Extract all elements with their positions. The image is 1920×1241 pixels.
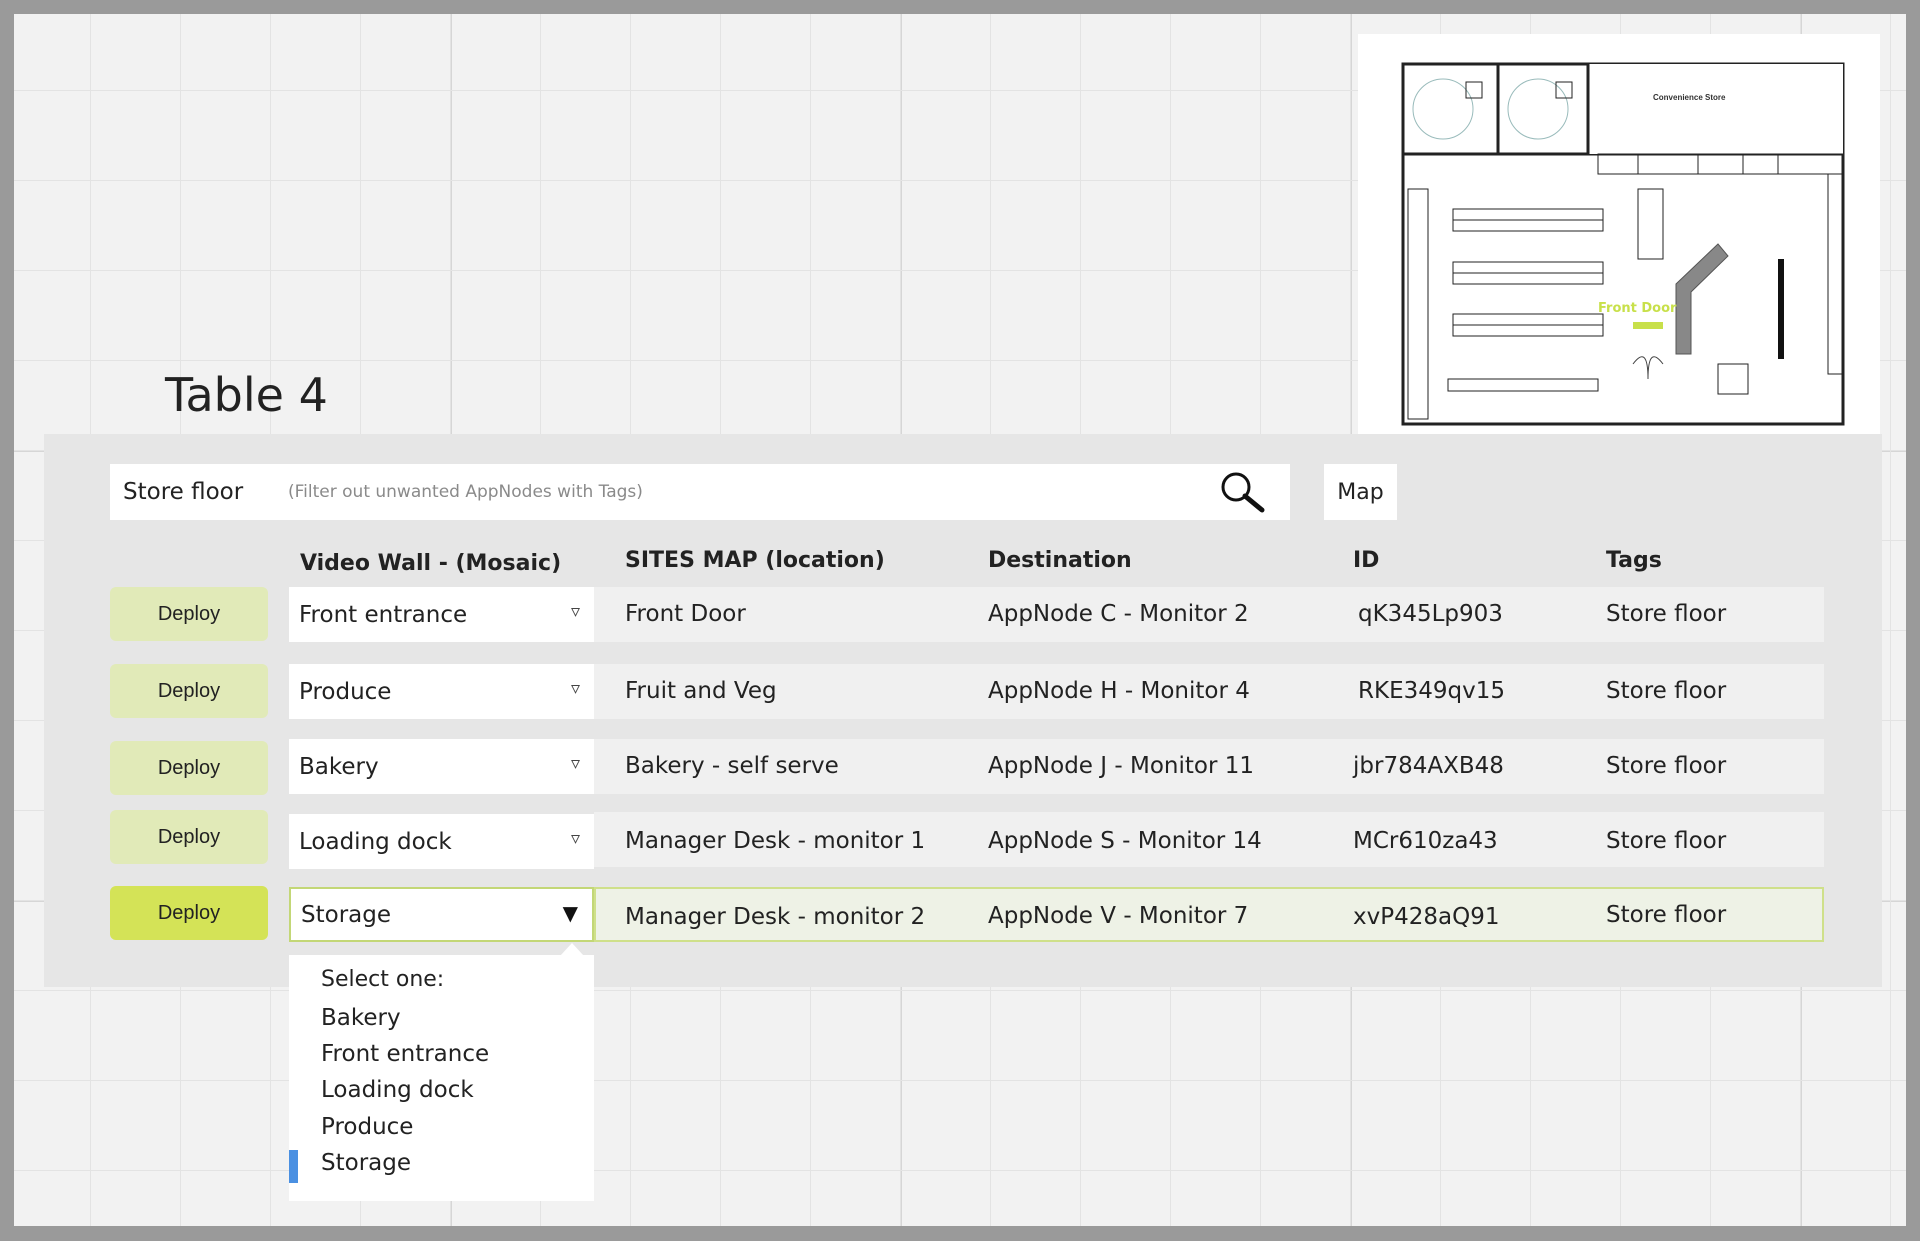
chevron-down-icon: ▿ [570,828,580,849]
video-wall-select-value: Produce [299,678,392,705]
tag-filter-bar[interactable]: Store floor [110,464,1290,520]
map-button[interactable]: Map [1324,464,1397,520]
deploy-button[interactable]: Deploy [110,587,268,641]
video-wall-dropdown-menu: Select one: Bakery Front entrance Loadin… [289,955,594,1201]
id-cell: jbr784AXB48 [1353,753,1504,779]
deploy-button[interactable]: Deploy [110,741,268,795]
header-id: ID [1353,548,1380,573]
sites-map-cell: Manager Desk - monitor 2 [625,904,926,930]
floorplan-map: Convenience Store Front Door [1358,34,1880,452]
deploy-button[interactable]: Deploy [110,886,268,940]
tags-cell: Store floor [1606,601,1727,627]
video-wall-select[interactable]: Loading dock ▿ [289,814,594,869]
header-tags: Tags [1606,548,1662,573]
sites-map-cell: Manager Desk - monitor 1 [625,828,926,854]
sites-map-cell: Fruit and Veg [625,678,777,704]
header-video-wall: Video Wall - (Mosaic) [300,551,562,576]
deploy-button[interactable]: Deploy [110,664,268,718]
video-wall-select-value: Front entrance [299,601,468,628]
dropdown-option-selected[interactable]: Storage [321,1150,411,1176]
selected-option-marker [289,1150,298,1183]
chevron-down-icon: ▿ [570,678,580,699]
tags-cell: Store floor [1606,678,1727,704]
destination-cell: AppNode S - Monitor 14 [988,828,1262,854]
destination-cell: AppNode H - Monitor 4 [988,678,1250,704]
search-icon[interactable] [1218,470,1268,514]
front-door-label: Front Door [1598,301,1677,316]
video-wall-select[interactable]: Produce ▿ [289,664,594,719]
table-title: Table 4 [165,368,328,422]
store-title: Convenience Store [1653,93,1726,102]
destination-cell: AppNode V - Monitor 7 [988,903,1249,929]
chevron-down-icon: ▿ [570,753,580,774]
dropdown-option[interactable]: Front entrance [321,1041,489,1067]
deploy-button[interactable]: Deploy [110,810,268,864]
destination-cell: AppNode C - Monitor 2 [988,601,1249,627]
video-wall-select[interactable]: Bakery ▿ [289,739,594,794]
tags-cell: Store floor [1606,828,1727,854]
id-cell: RKE349qv15 [1358,678,1505,704]
sites-map-cell: Bakery - self serve [625,753,839,779]
id-cell: qK345Lp903 [1358,601,1503,627]
video-wall-select-value: Loading dock [299,828,452,855]
id-cell: xvP428aQ91 [1353,904,1500,930]
sites-map-cell: Front Door [625,601,746,627]
video-wall-select-value: Storage [301,901,391,928]
tags-cell: Store floor [1606,902,1727,928]
caret-down-icon: ▼ [562,901,578,925]
dropdown-option[interactable]: Produce [321,1114,413,1140]
header-destination: Destination [988,548,1132,573]
tag-chip[interactable]: Store floor [123,479,288,505]
dropdown-prompt: Select one: [321,967,445,992]
destination-cell: AppNode J - Monitor 11 [988,753,1254,779]
floorplan-drawing: Convenience Store Front Door [1401,62,1845,426]
tag-filter-input[interactable] [288,482,1188,502]
chevron-down-icon: ▿ [570,601,580,622]
dropdown-option[interactable]: Loading dock [321,1077,474,1103]
dropdown-option[interactable]: Bakery [321,1005,401,1031]
video-wall-select[interactable]: Storage ▼ [289,887,594,942]
video-wall-select-value: Bakery [299,753,379,780]
tags-cell: Store floor [1606,753,1727,779]
header-sites-map: SITES MAP (location) [625,548,885,573]
video-wall-select[interactable]: Front entrance ▿ [289,587,594,642]
id-cell: MCr610za43 [1353,828,1498,854]
